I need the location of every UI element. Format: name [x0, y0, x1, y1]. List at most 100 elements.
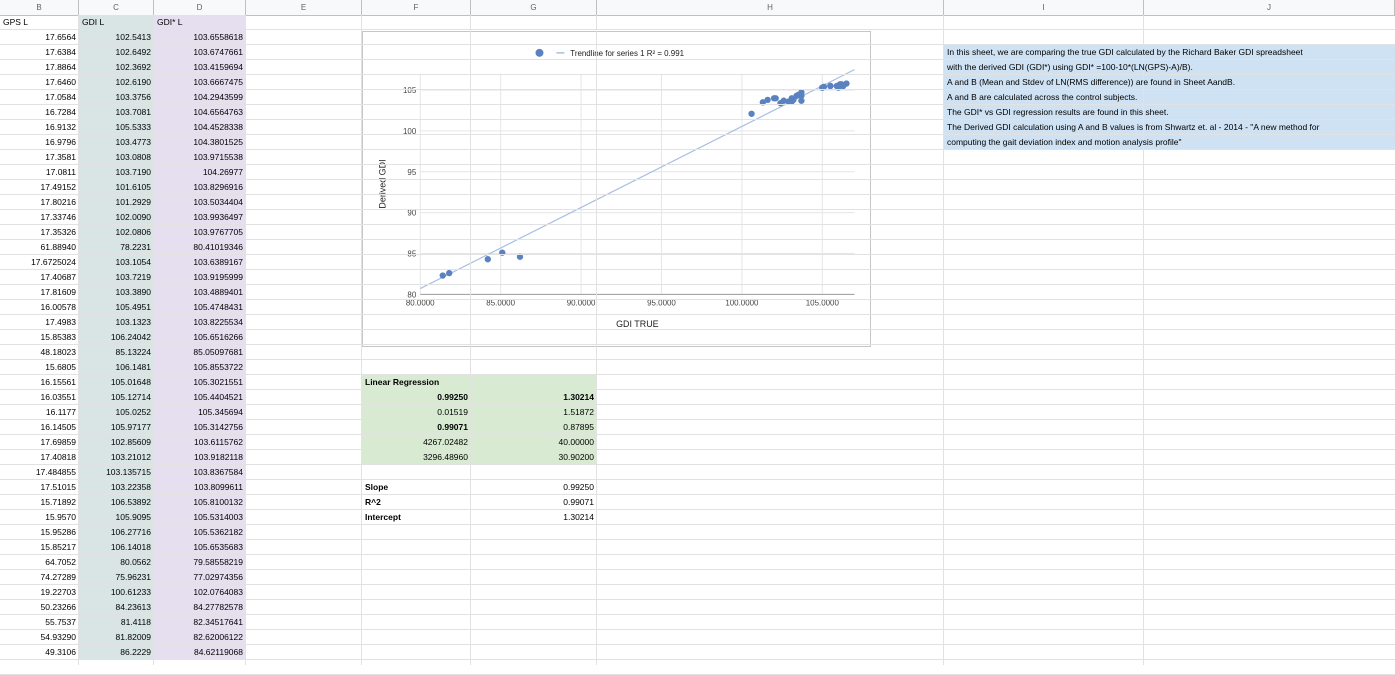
table-cell[interactable]: 16.00578 — [0, 300, 79, 315]
table-cell[interactable]: 105.9095 — [79, 510, 154, 525]
note-line[interactable]: The Derived GDI calculation using A and … — [944, 120, 1395, 135]
table-cell[interactable]: 84.62119068 — [154, 645, 246, 660]
table-cell[interactable]: 85.13224 — [79, 345, 154, 360]
table-cell[interactable]: 79.58558219 — [154, 555, 246, 570]
table-cell[interactable]: 15.85217 — [0, 540, 79, 555]
table-cell[interactable]: 17.40818 — [0, 450, 79, 465]
table-cell[interactable]: 103.8225534 — [154, 315, 246, 330]
table-cell[interactable]: 16.9132 — [0, 120, 79, 135]
table-cell[interactable]: 102.85609 — [79, 435, 154, 450]
summary-value[interactable]: 1.30214 — [471, 510, 597, 525]
table-cell[interactable]: 105.4404521 — [154, 390, 246, 405]
table-cell[interactable]: 15.6805 — [0, 360, 79, 375]
column-header-h[interactable]: H — [597, 0, 944, 15]
table-cell[interactable]: 103.6667475 — [154, 75, 246, 90]
table-cell[interactable]: 15.71892 — [0, 495, 79, 510]
table-cell[interactable]: 106.24042 — [79, 330, 154, 345]
table-cell[interactable]: 84.27782578 — [154, 600, 246, 615]
table-cell[interactable]: 103.0808 — [79, 150, 154, 165]
table-cell[interactable]: 82.62006122 — [154, 630, 246, 645]
column-header-g[interactable]: G — [471, 0, 597, 15]
table-cell[interactable]: 50.23266 — [0, 600, 79, 615]
table-cell[interactable]: 17.3581 — [0, 150, 79, 165]
table-cell[interactable]: 81.82009 — [79, 630, 154, 645]
regression-cell[interactable]: 1.51872 — [471, 405, 597, 420]
table-cell[interactable]: 105.5362182 — [154, 525, 246, 540]
table-cell[interactable]: 105.6535683 — [154, 540, 246, 555]
table-cell[interactable]: 103.9182118 — [154, 450, 246, 465]
table-cell[interactable]: 16.7284 — [0, 105, 79, 120]
table-cell[interactable]: 81.4118 — [79, 615, 154, 630]
regression-cell[interactable]: 0.99250 — [362, 390, 471, 405]
regression-cell[interactable]: 40.00000 — [471, 435, 597, 450]
table-cell[interactable]: 104.4528338 — [154, 120, 246, 135]
table-cell[interactable]: 103.4889401 — [154, 285, 246, 300]
table-cell[interactable]: 103.3756 — [79, 90, 154, 105]
column-header-j[interactable]: J — [1144, 0, 1395, 15]
table-cell[interactable]: 105.3142756 — [154, 420, 246, 435]
table-header-cell[interactable]: GDI L — [79, 15, 154, 30]
table-cell[interactable]: 103.135715 — [79, 465, 154, 480]
column-header-f[interactable]: F — [362, 0, 471, 15]
table-cell[interactable]: 103.6389167 — [154, 255, 246, 270]
table-cell[interactable]: 100.61233 — [79, 585, 154, 600]
table-header-cell[interactable]: GPS L — [0, 15, 79, 30]
table-cell[interactable]: 105.3021551 — [154, 375, 246, 390]
summary-label[interactable]: Intercept — [362, 510, 471, 525]
table-cell[interactable]: 102.6190 — [79, 75, 154, 90]
table-cell[interactable]: 102.5413 — [79, 30, 154, 45]
table-cell[interactable]: 85.05097681 — [154, 345, 246, 360]
table-cell[interactable]: 106.1481 — [79, 360, 154, 375]
table-cell[interactable]: 102.0764083 — [154, 585, 246, 600]
regression-cell[interactable]: 0.87895 — [471, 420, 597, 435]
table-cell[interactable]: 17.40687 — [0, 270, 79, 285]
table-cell[interactable]: 19.22703 — [0, 585, 79, 600]
table-cell[interactable]: 105.4748431 — [154, 300, 246, 315]
table-cell[interactable]: 103.8099611 — [154, 480, 246, 495]
table-cell[interactable]: 101.6105 — [79, 180, 154, 195]
table-cell[interactable]: 104.6564763 — [154, 105, 246, 120]
table-cell[interactable]: 103.4159694 — [154, 60, 246, 75]
table-cell[interactable]: 75.96231 — [79, 570, 154, 585]
table-cell[interactable]: 16.9796 — [0, 135, 79, 150]
table-cell[interactable]: 105.4951 — [79, 300, 154, 315]
regression-cell[interactable]: 4267.02482 — [362, 435, 471, 450]
table-cell[interactable]: 15.95286 — [0, 525, 79, 540]
table-cell[interactable]: 16.1177 — [0, 405, 79, 420]
table-cell[interactable]: 17.8864 — [0, 60, 79, 75]
column-header-b[interactable]: B — [0, 0, 79, 15]
table-cell[interactable]: 17.6384 — [0, 45, 79, 60]
summary-value[interactable]: 0.99250 — [471, 480, 597, 495]
table-cell[interactable]: 74.27289 — [0, 570, 79, 585]
table-cell[interactable]: 105.8100132 — [154, 495, 246, 510]
table-cell[interactable]: 78.2231 — [79, 240, 154, 255]
table-cell[interactable]: 103.7081 — [79, 105, 154, 120]
table-cell[interactable]: 103.7190 — [79, 165, 154, 180]
table-cell[interactable]: 106.27716 — [79, 525, 154, 540]
table-cell[interactable]: 16.03551 — [0, 390, 79, 405]
table-cell[interactable]: 103.5034404 — [154, 195, 246, 210]
table-cell[interactable]: 17.51015 — [0, 480, 79, 495]
table-cell[interactable]: 17.6564 — [0, 30, 79, 45]
table-cell[interactable]: 15.9570 — [0, 510, 79, 525]
table-cell[interactable]: 55.7537 — [0, 615, 79, 630]
table-cell[interactable]: 48.18023 — [0, 345, 79, 360]
regression-cell[interactable]: 0.01519 — [362, 405, 471, 420]
regression-header[interactable]: Linear Regression — [362, 375, 471, 390]
summary-label[interactable]: R^2 — [362, 495, 471, 510]
regression-cell[interactable]: 30.90200 — [471, 450, 597, 465]
table-cell[interactable]: 80.41019346 — [154, 240, 246, 255]
table-cell[interactable]: 17.49152 — [0, 180, 79, 195]
table-cell[interactable]: 103.22358 — [79, 480, 154, 495]
table-cell[interactable]: 102.6492 — [79, 45, 154, 60]
table-cell[interactable]: 106.53892 — [79, 495, 154, 510]
table-cell[interactable]: 103.9195999 — [154, 270, 246, 285]
regression-cell[interactable]: 0.99071 — [362, 420, 471, 435]
table-cell[interactable]: 17.6725024 — [0, 255, 79, 270]
table-cell[interactable]: 103.9936497 — [154, 210, 246, 225]
table-cell[interactable]: 17.33746 — [0, 210, 79, 225]
table-cell[interactable]: 105.345694 — [154, 405, 246, 420]
table-cell[interactable]: 105.6516266 — [154, 330, 246, 345]
table-cell[interactable]: 16.14505 — [0, 420, 79, 435]
table-cell[interactable]: 103.1054 — [79, 255, 154, 270]
